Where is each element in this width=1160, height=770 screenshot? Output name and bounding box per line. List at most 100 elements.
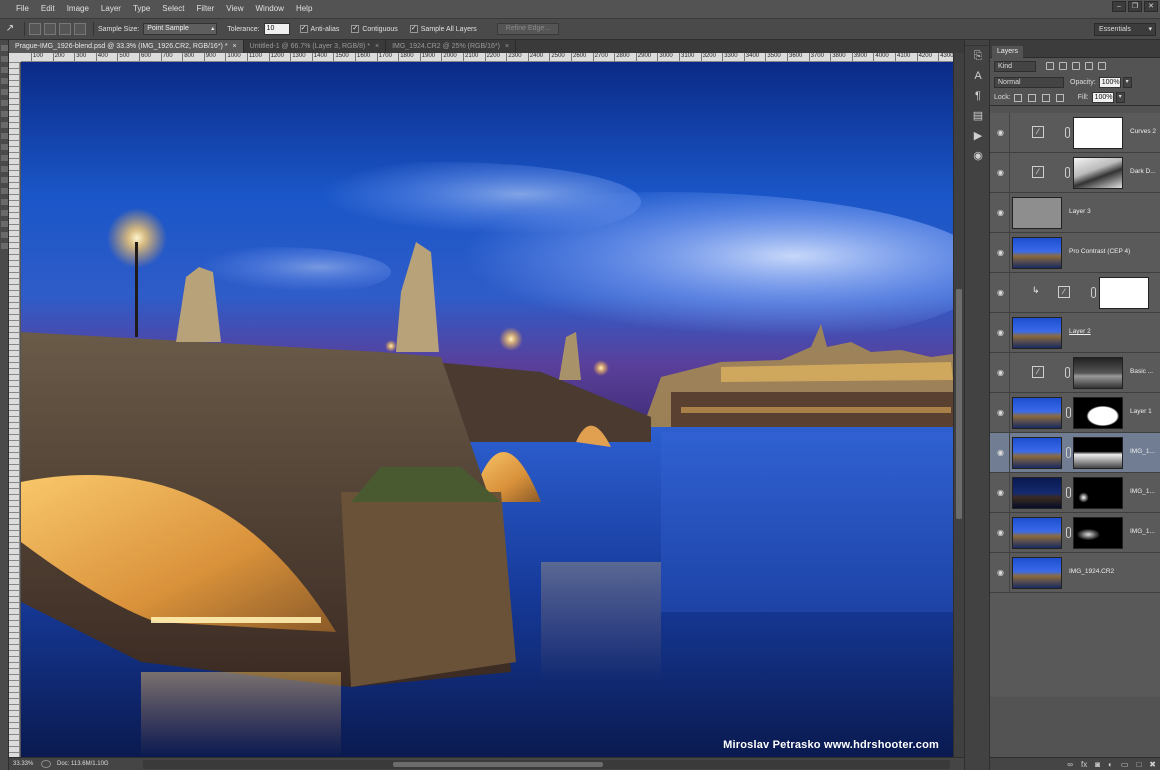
layer-thumbnail[interactable]	[1012, 517, 1062, 549]
layer-row[interactable]: ◉ ∕ Dark D...	[990, 153, 1160, 193]
eye-icon[interactable]: ◉	[996, 208, 1005, 217]
layer-row[interactable]: ◉ Layer 1	[990, 393, 1160, 433]
crop-tool-icon[interactable]	[1, 89, 8, 95]
add-selection-button[interactable]	[44, 23, 56, 35]
layer-thumbnail[interactable]	[1012, 237, 1062, 269]
layer-mask-thumbnail[interactable]	[1073, 397, 1123, 429]
lock-all-icon[interactable]	[1055, 93, 1064, 102]
layer-row[interactable]: ◉ Layer 2	[990, 313, 1160, 353]
maximize-button[interactable]: ❐	[1128, 1, 1142, 12]
healing-tool-icon[interactable]	[1, 111, 8, 117]
character-icon[interactable]: A	[965, 66, 991, 86]
filter-pixel-icon[interactable]	[1046, 62, 1054, 70]
mask-link-icon[interactable]	[1065, 167, 1070, 178]
eye-icon[interactable]: ◉	[996, 288, 1005, 297]
eyedropper-icon[interactable]: ↗	[0, 20, 20, 38]
filter-shape-icon[interactable]	[1085, 62, 1093, 70]
eye-icon[interactable]: ◉	[996, 168, 1005, 177]
eye-icon[interactable]: ◉	[996, 568, 1005, 577]
fx-icon[interactable]: fx	[1081, 760, 1087, 769]
layer-row[interactable]: ◉ Layer 3	[990, 193, 1160, 233]
layer-row[interactable]: ◉ IMG_1...	[990, 433, 1160, 473]
layer-row[interactable]: ◉ IMG_1924.CR2	[990, 553, 1160, 593]
mask-link-icon[interactable]	[1066, 407, 1071, 418]
close-icon[interactable]: ×	[505, 43, 509, 50]
history-brush-tool-icon[interactable]	[1, 144, 8, 150]
fill-input[interactable]: 100%	[1091, 92, 1114, 103]
filter-adjustment-icon[interactable]	[1059, 62, 1067, 70]
layer-row[interactable]: ◉ ∕ Basic ...	[990, 353, 1160, 393]
layer-row[interactable]: ◉ Pro Contrast (CEP 4)	[990, 233, 1160, 273]
mask-link-icon[interactable]	[1066, 447, 1071, 458]
3d-icon[interactable]: ◉	[965, 146, 991, 166]
eyedropper-tool-icon[interactable]	[1, 100, 8, 106]
mask-link-icon[interactable]	[1065, 127, 1070, 138]
chevron-down-icon[interactable]: ▾	[1115, 92, 1125, 103]
lock-pixels-icon[interactable]	[1027, 93, 1036, 102]
path-select-tool-icon[interactable]	[1, 210, 8, 216]
history-icon[interactable]: ⎘	[965, 46, 991, 66]
layer-row[interactable]: ◉ ↳ ∕	[990, 273, 1160, 313]
mask-link-icon[interactable]	[1065, 367, 1070, 378]
doc-tab-untitled[interactable]: Untitled-1 @ 66.7% (Layer 3, RGB/8) * ×	[244, 40, 387, 53]
pen-tool-icon[interactable]	[1, 188, 8, 194]
layer-row[interactable]: ◉ IMG_1...	[990, 513, 1160, 553]
eye-icon[interactable]: ◉	[996, 528, 1005, 537]
layer-thumbnail[interactable]	[1012, 397, 1062, 429]
layer-mask-thumbnail[interactable]	[1073, 357, 1123, 389]
eye-icon[interactable]: ◉	[996, 248, 1005, 257]
move-tool-icon[interactable]	[1, 45, 8, 51]
quick-select-tool-icon[interactable]	[1, 78, 8, 84]
status-info-icon[interactable]	[41, 760, 51, 768]
contiguous-checkbox[interactable]: ✓ Contiguous	[351, 25, 401, 33]
lock-position-icon[interactable]	[1041, 93, 1050, 102]
anti-alias-checkbox[interactable]: ✓ Anti-alias	[299, 25, 344, 33]
workspace-select[interactable]: Essentials	[1094, 23, 1156, 36]
layer-row[interactable]: ◉ ∕ Curves 2	[990, 113, 1160, 153]
tolerance-input[interactable]: 10	[263, 23, 290, 35]
layer-thumbnail[interactable]	[1012, 437, 1062, 469]
filter-type-icon[interactable]	[1072, 62, 1080, 70]
menu-select[interactable]: Select	[156, 0, 190, 18]
layer-thumbnail[interactable]	[1012, 197, 1062, 229]
eye-icon[interactable]: ◉	[996, 368, 1005, 377]
new-layer-icon[interactable]: □	[1136, 760, 1141, 769]
menu-view[interactable]: View	[220, 0, 249, 18]
eye-icon[interactable]: ◉	[996, 328, 1005, 337]
close-icon[interactable]: ×	[375, 43, 379, 50]
lock-transparent-icon[interactable]	[1013, 93, 1022, 102]
hand-tool-icon[interactable]	[1, 232, 8, 238]
scroll-thumb[interactable]	[956, 289, 962, 519]
brush-tool-icon[interactable]	[1, 122, 8, 128]
horizontal-scrollbar[interactable]	[143, 759, 950, 769]
intersect-selection-button[interactable]	[74, 23, 86, 35]
filter-kind-select[interactable]: Kind	[994, 60, 1036, 72]
doc-tab-prague[interactable]: Prague-IMG_1926-blend.psd @ 33.3% (IMG_1…	[9, 40, 244, 53]
opacity-input[interactable]: 100%	[1098, 76, 1121, 88]
menu-edit[interactable]: Edit	[35, 0, 61, 18]
layer-mask-thumbnail[interactable]	[1099, 277, 1149, 309]
link-icon[interactable]: ∞	[1067, 760, 1073, 769]
close-button[interactable]: ✕	[1144, 1, 1158, 12]
menu-image[interactable]: Image	[61, 0, 95, 18]
scroll-thumb[interactable]	[393, 761, 603, 767]
menu-window[interactable]: Window	[250, 0, 290, 18]
layer-mask-thumbnail[interactable]	[1073, 437, 1123, 469]
tool-presets-icon[interactable]: ▤	[965, 106, 991, 126]
marquee-tool-icon[interactable]	[1, 56, 8, 62]
zoom-level[interactable]: 33.33%	[9, 761, 35, 767]
doc-tab-img1924[interactable]: IMG_1924.CR2 @ 25% (RGB/16*) ×	[386, 40, 517, 53]
eye-icon[interactable]: ◉	[996, 408, 1005, 417]
lasso-tool-icon[interactable]	[1, 67, 8, 73]
menu-filter[interactable]: Filter	[191, 0, 221, 18]
layer-thumbnail[interactable]	[1012, 557, 1062, 589]
stamp-tool-icon[interactable]	[1, 133, 8, 139]
mask-link-icon[interactable]	[1066, 527, 1071, 538]
close-icon[interactable]: ×	[233, 43, 237, 50]
filter-smart-icon[interactable]	[1098, 62, 1106, 70]
minimize-button[interactable]: –	[1112, 1, 1126, 12]
sample-all-layers-checkbox[interactable]: ✓ Sample All Layers	[409, 25, 481, 33]
eye-icon[interactable]: ◉	[996, 448, 1005, 457]
eye-icon[interactable]: ◉	[996, 488, 1005, 497]
menu-layer[interactable]: Layer	[95, 0, 127, 18]
